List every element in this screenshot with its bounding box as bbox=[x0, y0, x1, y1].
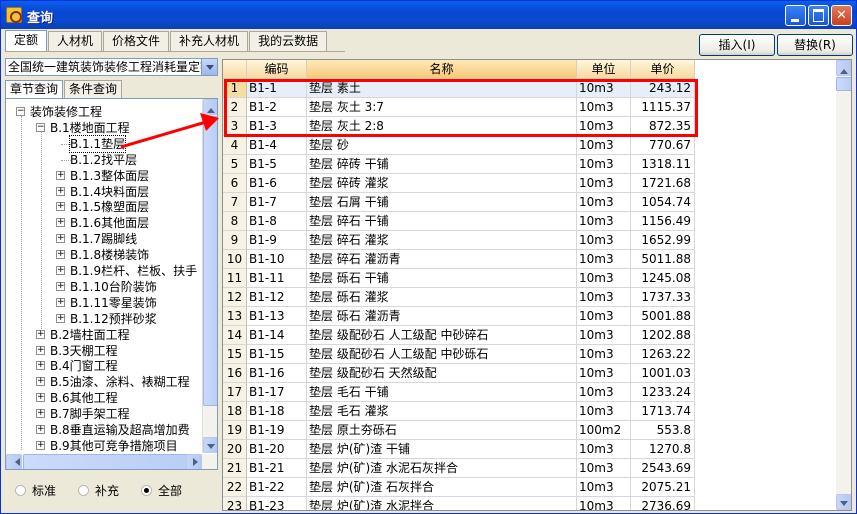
arrow-shaft bbox=[120, 120, 207, 149]
annotation-arrow bbox=[120, 113, 219, 149]
query-window: 查询 ✕ 定额 人材机 价格文件 补充人材机 我的云数据 插入(I) 替换(R)… bbox=[0, 0, 857, 514]
